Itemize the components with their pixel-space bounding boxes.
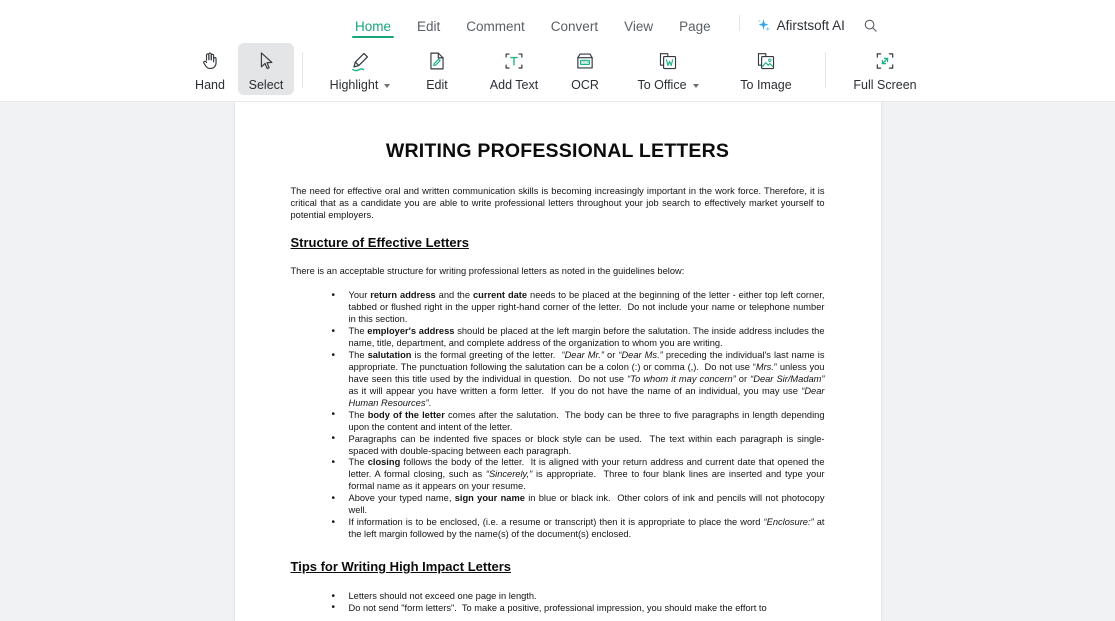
section-1-heading-wrap: Structure of Effective Letters bbox=[291, 234, 825, 258]
afirstsoft-ai-button[interactable]: Afirstsoft AI bbox=[756, 18, 845, 33]
to-image-icon bbox=[755, 48, 777, 74]
tool-highlight[interactable]: Highlight bbox=[323, 43, 397, 95]
tool-highlight-label: Highlight bbox=[330, 78, 391, 92]
tool-add-text-label: Add Text bbox=[489, 78, 539, 92]
list-item: The salutation is the formal greeting of… bbox=[332, 350, 825, 410]
section-2-bullet-list: Letters should not exceed one page in le… bbox=[291, 591, 825, 616]
section-1-bullet-list: Your return address and the current date… bbox=[291, 290, 825, 541]
list-item: Your return address and the current date… bbox=[332, 290, 825, 326]
section-1-lead: There is an acceptable structure for wri… bbox=[290, 266, 685, 277]
afirstsoft-ai-label: Afirstsoft AI bbox=[776, 18, 845, 33]
list-item: Above your typed name, sign your name in… bbox=[332, 493, 825, 517]
ocr-icon: OCR bbox=[574, 48, 596, 74]
document-intro-paragraph: The need for effective oral and written … bbox=[290, 186, 825, 221]
tool-hand[interactable]: Hand bbox=[182, 43, 238, 95]
tool-to-image[interactable]: To Image bbox=[723, 43, 809, 95]
tool-to-office-label: To Office bbox=[637, 78, 699, 92]
search-button[interactable] bbox=[863, 18, 878, 33]
list-item: The body of the letter comes after the s… bbox=[332, 409, 825, 434]
tab-home-label: Home bbox=[355, 18, 392, 34]
tab-view[interactable]: View bbox=[624, 18, 654, 39]
cursor-icon bbox=[255, 48, 277, 74]
chevron-down-icon[interactable] bbox=[692, 84, 699, 88]
section-1-heading: Structure of Effective Letters bbox=[290, 235, 469, 251]
tool-full-screen[interactable]: Full Screen bbox=[842, 43, 928, 95]
tool-ocr-label: OCR bbox=[571, 78, 599, 92]
list-item: If information is to be enclosed, (i.e. … bbox=[332, 517, 825, 541]
tool-add-text[interactable]: Add Text bbox=[477, 43, 551, 95]
ai-sparkle-icon bbox=[756, 18, 771, 33]
section-2-heading-wrap: Tips for Writing High Impact Letters bbox=[291, 558, 825, 582]
hand-icon bbox=[199, 48, 221, 74]
tab-home[interactable]: Home bbox=[351, 18, 395, 39]
tab-bar: Home Edit Comment Convert View Page Afir… bbox=[0, 0, 1115, 38]
tool-edit[interactable]: Edit bbox=[409, 43, 465, 95]
tab-page[interactable]: Page bbox=[679, 18, 711, 39]
list-item: Letters should not exceed one page in le… bbox=[332, 591, 825, 604]
tab-page-label: Page bbox=[679, 18, 711, 34]
tab-view-label: View bbox=[624, 18, 654, 34]
edit-page-icon bbox=[426, 48, 448, 74]
to-office-icon bbox=[657, 48, 679, 74]
tool-hand-label: Hand bbox=[195, 78, 225, 92]
ribbon-divider-2 bbox=[825, 52, 826, 88]
ribbon-toolbar: Hand Select Highlight Edit Add Text OCR … bbox=[0, 38, 1115, 102]
tab-convert[interactable]: Convert bbox=[550, 18, 599, 39]
ribbon-divider-1 bbox=[302, 52, 303, 88]
tool-select[interactable]: Select bbox=[238, 43, 294, 95]
list-item: The employer's address should be placed … bbox=[332, 326, 825, 350]
pdf-page-1[interactable]: WRITING PROFESSIONAL LETTERS The need fo… bbox=[234, 102, 881, 621]
tab-comment[interactable]: Comment bbox=[466, 18, 525, 39]
application-window: Home Edit Comment Convert View Page Afir… bbox=[0, 0, 1115, 621]
list-item: Do not send "form letters". To make a po… bbox=[332, 602, 825, 615]
list-item: Paragraphs can be indented five spaces o… bbox=[332, 433, 825, 458]
tool-ocr[interactable]: OCR OCR bbox=[557, 43, 613, 95]
tab-convert-label: Convert bbox=[550, 18, 599, 34]
svg-text:OCR: OCR bbox=[581, 61, 590, 65]
add-text-icon bbox=[503, 48, 525, 74]
tabbar-divider bbox=[738, 15, 740, 31]
tool-to-office[interactable]: To Office bbox=[625, 43, 711, 95]
tool-edit-label: Edit bbox=[426, 78, 448, 92]
document-canvas[interactable]: WRITING PROFESSIONAL LETTERS The need fo… bbox=[0, 102, 1115, 621]
tool-to-image-label: To Image bbox=[740, 78, 792, 92]
fullscreen-icon bbox=[874, 48, 896, 74]
list-item: The closing follows the body of the lett… bbox=[332, 457, 825, 493]
highlighter-icon bbox=[349, 48, 372, 74]
document-title: WRITING PROFESSIONAL LETTERS bbox=[385, 140, 730, 162]
chevron-down-icon[interactable] bbox=[384, 84, 391, 88]
search-icon bbox=[863, 18, 878, 33]
tool-select-label: Select bbox=[248, 78, 284, 92]
tab-list: Home Edit Comment Convert View Page bbox=[351, 0, 737, 39]
tool-full-screen-label: Full Screen bbox=[853, 78, 917, 92]
tab-edit[interactable]: Edit bbox=[417, 18, 441, 39]
tab-comment-label: Comment bbox=[466, 18, 525, 34]
section-2-heading: Tips for Writing High Impact Letters bbox=[290, 559, 512, 574]
tab-edit-label: Edit bbox=[417, 18, 441, 34]
